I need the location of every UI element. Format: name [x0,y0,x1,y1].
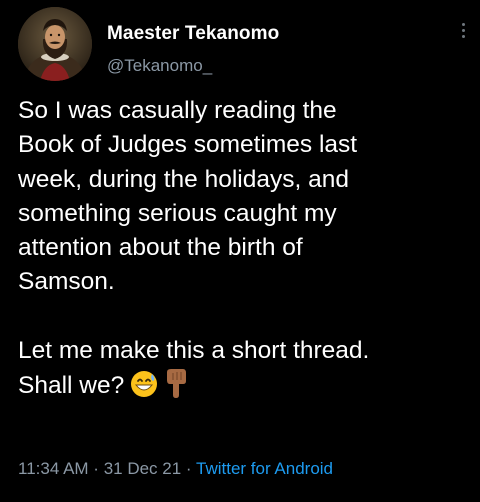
backhand-index-pointing-down-icon [164,368,188,408]
grinning-face-with-sweat-icon [130,370,158,408]
tweet-line: week, during the holidays, and [18,165,349,193]
tweet-time[interactable]: 11:34 AM [18,459,89,478]
tweet-line: Let me make this a short thread. [18,337,370,365]
more-options-icon[interactable] [457,20,469,44]
tweet-line: So I was casually reading the [18,97,337,124]
tweet-line-with-emojis: Shall we? [18,368,474,408]
tweet-line: something serious caught my [18,199,337,227]
tweet-text: So I was casually reading the Book of Ju… [18,94,474,409]
tweet-metadata: 11:34 AM · 31 Dec 21 · Twitter for Andro… [18,459,333,479]
tweet-paragraph: So I was casually reading the Book of Ju… [18,94,474,300]
author-display-name[interactable]: Maester Tekanomo [107,23,279,45]
tweet-paragraph: Let me make this a short thread. Shall w… [18,334,474,409]
tweet-card: Maester Tekanomo @Tekanomo_ So I was cas… [0,0,480,502]
tweet-line: Book of Judges sometimes last [18,131,358,159]
tweet-date[interactable]: 31 Dec 21 [104,459,182,478]
tweet-source-link[interactable]: Twitter for Android [196,459,333,478]
tweet-line: Shall we? [18,372,125,400]
meta-separator: · [181,459,196,478]
meta-separator: · [88,459,104,478]
avatar-portrait-icon [18,7,92,81]
author-handle[interactable]: @Tekanomo_ [107,56,212,76]
avatar[interactable] [18,7,92,81]
tweet-line: Samson. [18,268,115,296]
tweet-line: attention about the birth of [18,234,303,262]
